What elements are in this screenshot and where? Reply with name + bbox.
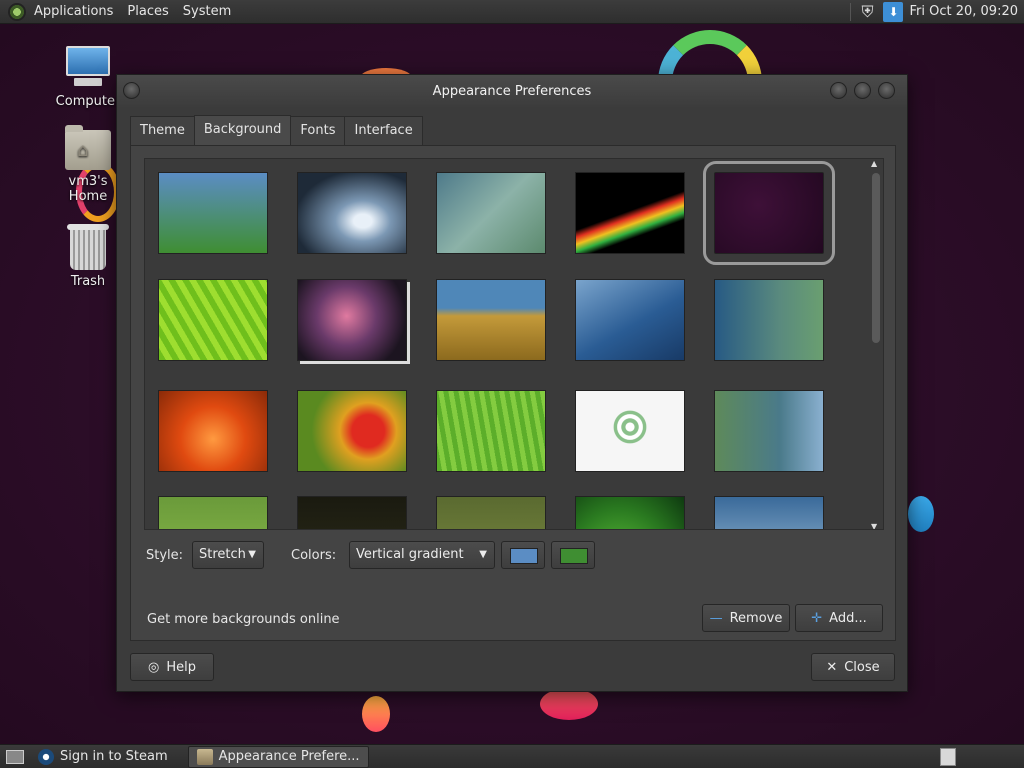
- decor-orange-drop: [362, 696, 390, 732]
- task-label: Appearance Prefere...: [218, 749, 360, 764]
- gallery-scrollbar[interactable]: ▲ ▼: [869, 159, 883, 529]
- wallpaper-thumb[interactable]: [297, 390, 407, 472]
- show-desktop-button[interactable]: [2, 746, 28, 768]
- wallpaper-thumb[interactable]: [575, 390, 685, 472]
- title-bar[interactable]: Appearance Preferences: [117, 75, 907, 107]
- desktop-icon: [6, 749, 24, 764]
- add-label: Add...: [829, 610, 867, 626]
- wallpaper-thumb[interactable]: [297, 279, 407, 361]
- wallpaper-thumb-selected[interactable]: [703, 161, 835, 265]
- tab-theme[interactable]: Theme: [130, 116, 195, 145]
- decor-blue-drop: [908, 496, 934, 532]
- help-icon: ◎: [148, 659, 160, 675]
- wallpaper-thumb[interactable]: [436, 279, 546, 361]
- help-label: Help: [166, 659, 196, 675]
- scroll-down-arrow-icon[interactable]: ▼: [871, 522, 877, 529]
- close-label: Close: [844, 659, 880, 675]
- secondary-color-button[interactable]: [551, 541, 595, 569]
- wallpaper-thumb[interactable]: [436, 172, 546, 254]
- close-window-button[interactable]: [878, 82, 895, 99]
- wallpaper-thumb[interactable]: [436, 390, 546, 472]
- wallpaper-gallery[interactable]: ▲ ▼: [144, 158, 884, 530]
- colors-value: Vertical gradient: [356, 547, 464, 562]
- close-button[interactable]: ✕ Close: [811, 653, 895, 681]
- scrollbar-thumb[interactable]: [872, 173, 880, 343]
- taskbar-steam[interactable]: Sign in to Steam: [30, 746, 176, 768]
- minus-icon: —: [709, 610, 723, 626]
- style-label: Style:: [146, 548, 184, 563]
- wallpaper-thumb[interactable]: [575, 279, 685, 361]
- download-icon[interactable]: ⬇: [883, 1, 904, 22]
- menu-system[interactable]: System: [176, 0, 238, 24]
- tab-fonts[interactable]: Fonts: [290, 116, 346, 145]
- window-menu-button[interactable]: [123, 82, 140, 99]
- wallpaper-thumb[interactable]: [158, 172, 268, 254]
- wallpaper-thumb[interactable]: [158, 496, 268, 529]
- wallpaper-thumb[interactable]: [575, 172, 685, 254]
- computer-icon: [64, 46, 112, 90]
- top-panel: Applications Places System ⛨ ⬇ Fri Oct 2…: [0, 0, 1024, 24]
- appearance-preferences-dialog: Appearance Preferences Theme Background …: [116, 74, 908, 692]
- tab-interface[interactable]: Interface: [344, 116, 423, 145]
- background-tab-page: ▲ ▼ Style: Stretch ▼ Colors: Vertical gr…: [130, 145, 896, 641]
- wallpaper-thumb[interactable]: [714, 279, 824, 361]
- appearance-icon: [196, 748, 213, 765]
- tab-background[interactable]: Background: [193, 115, 292, 146]
- wallpaper-thumb[interactable]: [158, 279, 268, 361]
- chevron-down-icon: ▼: [248, 549, 256, 560]
- wallpaper-thumb[interactable]: [297, 172, 407, 254]
- maximize-button[interactable]: [854, 82, 871, 99]
- mate-logo-icon[interactable]: [8, 2, 26, 21]
- add-button[interactable]: ✛ Add...: [795, 604, 883, 632]
- chevron-down-icon: ▼: [479, 549, 487, 560]
- bottom-panel: Sign in to Steam Appearance Prefere...: [0, 744, 1024, 768]
- close-icon: ✕: [826, 659, 838, 675]
- colors-label: Colors:: [291, 548, 337, 563]
- clock[interactable]: Fri Oct 20, 09:20: [909, 4, 1018, 19]
- home-folder-icon: ⌂: [65, 125, 111, 170]
- dialog-title: Appearance Preferences: [432, 83, 592, 99]
- wallpaper-thumb[interactable]: [297, 496, 407, 529]
- tab-bar: Theme Background Fonts Interface: [130, 115, 423, 146]
- wallpaper-thumb[interactable]: [714, 390, 824, 472]
- menu-places[interactable]: Places: [120, 0, 175, 24]
- menu-applications[interactable]: Applications: [27, 0, 120, 24]
- shield-icon[interactable]: ⛨: [857, 2, 877, 22]
- taskbar-appearance[interactable]: Appearance Prefere...: [187, 745, 369, 768]
- plus-icon: ✛: [811, 610, 823, 626]
- colors-dropdown[interactable]: Vertical gradient ▼: [349, 541, 495, 569]
- panel-separator: [850, 2, 852, 21]
- trash-icon: [67, 224, 109, 270]
- scroll-up-arrow-icon[interactable]: ▲: [871, 159, 877, 168]
- wallpaper-thumb[interactable]: [158, 390, 268, 472]
- minimize-button[interactable]: [830, 82, 847, 99]
- wallpaper-thumb[interactable]: [575, 496, 685, 529]
- help-button[interactable]: ◎ Help: [130, 653, 214, 681]
- task-label: Sign in to Steam: [60, 749, 168, 764]
- wallpaper-thumb[interactable]: [436, 496, 546, 529]
- more-backgrounds-link[interactable]: Get more backgrounds online: [147, 612, 340, 627]
- wallpaper-thumb[interactable]: [714, 496, 824, 529]
- primary-color-swatch: [510, 548, 538, 564]
- workspace-switcher[interactable]: [940, 747, 956, 766]
- remove-label: Remove: [729, 610, 783, 626]
- remove-button[interactable]: — Remove: [702, 604, 790, 632]
- steam-icon: [38, 748, 54, 765]
- secondary-color-swatch: [560, 548, 588, 564]
- decor-red: [540, 688, 598, 720]
- style-dropdown[interactable]: Stretch ▼: [192, 541, 264, 569]
- style-value: Stretch: [199, 547, 246, 562]
- primary-color-button[interactable]: [501, 541, 545, 569]
